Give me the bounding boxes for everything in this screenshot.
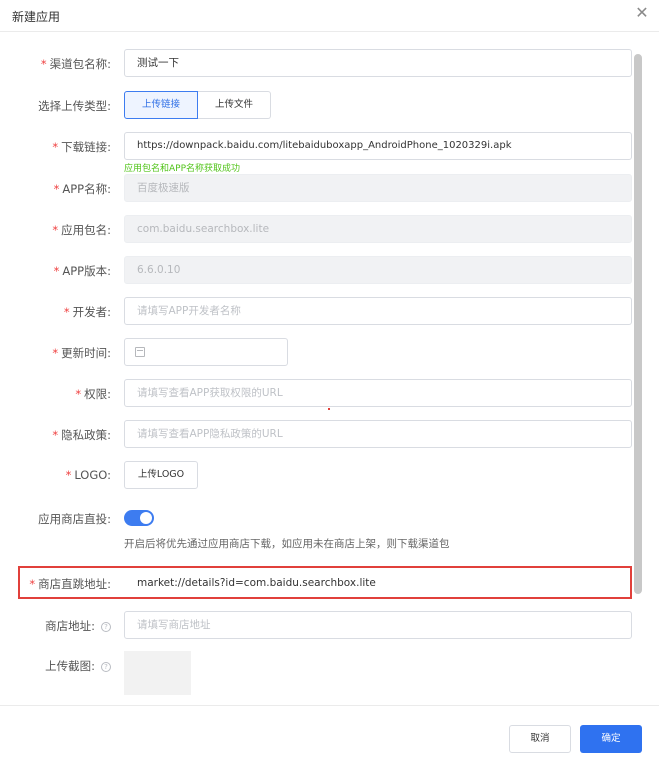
store-jump-url-label: * 商店直跳地址: bbox=[29, 577, 111, 591]
screenshot-upload-area[interactable] bbox=[124, 651, 191, 695]
help-icon[interactable]: ? bbox=[101, 621, 111, 632]
store-direct-toggle[interactable] bbox=[124, 510, 154, 526]
developer-label: * 开发者: bbox=[63, 305, 111, 319]
help-icon[interactable]: ? bbox=[101, 661, 111, 672]
privacy-label: * 隐私政策: bbox=[52, 428, 111, 442]
developer-input[interactable]: 请填写APP开发者名称 bbox=[124, 297, 632, 325]
download-link-label: * 下载链接: bbox=[52, 140, 111, 154]
logo-label: * LOGO: bbox=[65, 468, 111, 482]
scrollbar[interactable] bbox=[634, 54, 642, 594]
download-link-input[interactable]: https://downpack.baidu.com/litebaiduboxa… bbox=[124, 132, 632, 160]
upload-type-label: 选择上传类型: bbox=[38, 99, 111, 113]
upload-type-segmented: 上传链接 上传文件 bbox=[124, 91, 272, 119]
app-version-input: 6.6.0.10 bbox=[124, 256, 632, 284]
app-version-label: * APP版本: bbox=[53, 264, 111, 278]
package-name-label: * 应用包名: bbox=[52, 223, 111, 237]
app-name-label: * APP名称: bbox=[53, 182, 111, 196]
permission-input[interactable]: 请填写查看APP获取权限的URL bbox=[124, 379, 632, 407]
upload-file-button[interactable]: 上传文件 bbox=[198, 91, 272, 119]
cancel-button[interactable]: 取消 bbox=[509, 725, 571, 753]
permission-label: * 权限: bbox=[75, 387, 111, 401]
app-name-input: 百度极速版 bbox=[124, 174, 632, 202]
update-time-picker[interactable] bbox=[124, 338, 288, 366]
dialog-title: 新建应用 bbox=[12, 10, 61, 24]
toggle-knob bbox=[140, 512, 152, 524]
dialog-header: 新建应用 ✕ bbox=[0, 0, 659, 32]
store-direct-label: 应用商店直投: bbox=[38, 512, 111, 526]
upload-logo-button[interactable]: 上传LOGO bbox=[124, 461, 198, 489]
red-dot bbox=[328, 408, 330, 410]
store-jump-url-input[interactable]: market://details?id=com.baidu.searchbox.… bbox=[124, 569, 624, 597]
ok-button[interactable]: 确定 bbox=[580, 725, 642, 753]
channel-name-label: * 渠道包名称: bbox=[40, 57, 111, 71]
package-name-input: com.baidu.searchbox.lite bbox=[124, 215, 632, 243]
download-link-success-text: 应用包名和APP名称获取成功 bbox=[124, 164, 241, 174]
store-url-input[interactable]: 请填写商店地址 bbox=[124, 611, 632, 639]
dialog-footer: 取消 确定 bbox=[0, 705, 659, 758]
upload-link-button[interactable]: 上传链接 bbox=[124, 91, 199, 119]
screenshot-label: 上传截图:? bbox=[45, 658, 111, 674]
store-direct-hint: 开启后将优先通过应用商店下载，如应用未在商店上架，则下载渠道包 bbox=[124, 538, 450, 550]
store-url-label: 商店地址:? bbox=[45, 618, 111, 634]
channel-name-input[interactable]: 测试一下 bbox=[124, 49, 632, 77]
close-icon[interactable]: ✕ bbox=[634, 5, 650, 21]
calendar-icon bbox=[135, 347, 145, 357]
update-time-label: * 更新时间: bbox=[52, 346, 111, 360]
privacy-input[interactable]: 请填写查看APP隐私政策的URL bbox=[124, 420, 632, 448]
